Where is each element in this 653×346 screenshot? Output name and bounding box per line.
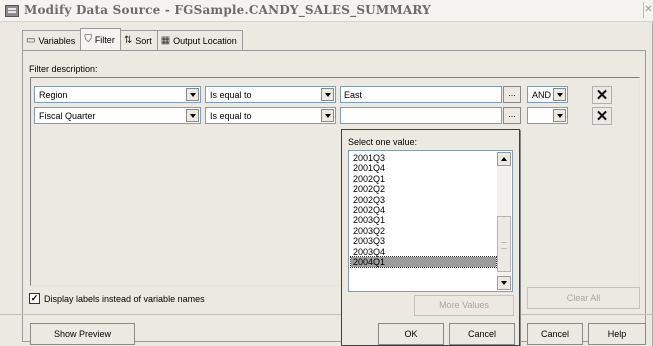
browse-values-button[interactable]: ... bbox=[503, 86, 521, 103]
list-item[interactable]: 2002Q4 bbox=[351, 205, 496, 215]
filter-value-text: East bbox=[344, 90, 363, 100]
tab-label: Filter bbox=[94, 34, 115, 45]
filter-operator-select[interactable]: Is equal to bbox=[205, 107, 336, 124]
filter-logic-select[interactable]: AND bbox=[527, 86, 568, 103]
filter-value-input[interactable] bbox=[340, 107, 502, 124]
list-item[interactable]: 2003Q4 bbox=[351, 247, 496, 257]
filter-variable-value: Fiscal Quarter bbox=[39, 111, 96, 121]
output-location-icon: ▦ bbox=[160, 35, 171, 46]
chevron-down-icon[interactable] bbox=[553, 109, 566, 122]
tab-sort[interactable]: ⇅ Sort bbox=[119, 30, 158, 50]
modify-data-source-dialog: Modify Data Source - FGSample.CANDY_SALE… bbox=[0, 0, 653, 346]
scroll-down-icon[interactable] bbox=[497, 276, 511, 290]
list-item[interactable]: 2002Q2 bbox=[351, 184, 496, 194]
list-item[interactable]: 2003Q3 bbox=[351, 236, 496, 246]
filter-value-input[interactable]: East bbox=[340, 86, 502, 103]
display-labels-label: Display labels instead of variable names bbox=[44, 294, 205, 304]
ok-button[interactable]: OK bbox=[378, 323, 444, 345]
delete-condition-button[interactable]: ✕ bbox=[592, 86, 612, 104]
tab-label: Variables bbox=[38, 35, 76, 46]
filter-variable-select[interactable]: Fiscal Quarter bbox=[34, 107, 201, 124]
scroll-up-icon[interactable] bbox=[497, 152, 511, 166]
list-item[interactable]: 2004Q1 bbox=[350, 255, 497, 269]
filter-description-label: Filter description: bbox=[29, 64, 98, 74]
filter-operator-value: Is equal to bbox=[210, 90, 252, 100]
more-values-button[interactable]: More Values bbox=[414, 295, 514, 316]
chevron-down-icon[interactable] bbox=[186, 109, 199, 122]
chevron-down-icon[interactable] bbox=[553, 88, 566, 101]
popup-cancel-button[interactable]: Cancel bbox=[449, 323, 515, 345]
title-bar: Modify Data Source - FGSample.CANDY_SALE… bbox=[0, 0, 653, 22]
filter-variable-select[interactable]: Region bbox=[34, 86, 201, 103]
list-item[interactable]: 2002Q1 bbox=[351, 174, 496, 184]
window-title: Modify Data Source - FGSample.CANDY_SALE… bbox=[24, 3, 431, 17]
button-row-divider bbox=[0, 314, 653, 315]
select-one-value-label: Select one value: bbox=[348, 137, 418, 147]
list-item[interactable]: 2002Q3 bbox=[351, 195, 496, 205]
help-button[interactable]: Help bbox=[588, 323, 646, 345]
chevron-down-icon[interactable] bbox=[321, 109, 334, 122]
list-item[interactable]: 2003Q2 bbox=[351, 226, 496, 236]
list-item[interactable]: 2003Q1 bbox=[351, 215, 496, 225]
scroll-thumb[interactable] bbox=[497, 216, 511, 272]
tab-label: Sort bbox=[135, 35, 152, 46]
filter-operator-value: Is equal to bbox=[210, 111, 252, 121]
tab-label: Output Location bbox=[173, 35, 237, 46]
data-source-icon bbox=[5, 5, 19, 17]
variables-icon: ▭ bbox=[26, 35, 36, 46]
filter-variable-value: Region bbox=[39, 90, 68, 100]
filter-operator-select[interactable]: Is equal to bbox=[205, 86, 336, 103]
delete-condition-button[interactable]: ✕ bbox=[592, 107, 612, 125]
list-item[interactable]: 2001Q3 bbox=[351, 153, 496, 163]
sort-icon: ⇅ bbox=[123, 35, 133, 46]
chevron-down-icon[interactable] bbox=[186, 88, 199, 101]
display-labels-checkbox[interactable]: ✓ bbox=[29, 293, 40, 304]
filter-logic-select[interactable] bbox=[527, 107, 568, 124]
tab-strip: ▭ Variables ⛉ Filter ⇅ Sort ▦ Output Loc… bbox=[22, 28, 243, 50]
list-item[interactable]: 2001Q4 bbox=[351, 163, 496, 173]
chevron-down-icon[interactable] bbox=[321, 88, 334, 101]
show-preview-button[interactable]: Show Preview bbox=[30, 323, 135, 345]
cancel-button[interactable]: Cancel bbox=[527, 323, 583, 345]
tab-output-location[interactable]: ▦ Output Location bbox=[156, 30, 243, 50]
tab-variables[interactable]: ▭ Variables bbox=[22, 30, 82, 50]
filter-icon: ⛉ bbox=[84, 34, 92, 45]
clear-all-button[interactable]: Clear All bbox=[527, 287, 640, 309]
value-listbox[interactable]: 2001Q3 2001Q4 2002Q1 2002Q2 2002Q3 2002Q4 2003… bbox=[348, 150, 513, 292]
close-icon[interactable]: ✕ bbox=[643, 2, 653, 18]
browse-values-button[interactable]: ... bbox=[503, 107, 521, 124]
value-list: 2001Q3 2001Q4 2002Q1 2002Q2 2002Q3 2002Q4 2003… bbox=[350, 153, 497, 269]
select-value-popup: Select one value: 2001Q3 2001Q4 2002Q1 2002… bbox=[341, 129, 520, 346]
list-scrollbar[interactable] bbox=[497, 152, 511, 290]
filter-logic-value: AND bbox=[532, 90, 552, 100]
tab-filter[interactable]: ⛉ Filter bbox=[80, 28, 121, 50]
